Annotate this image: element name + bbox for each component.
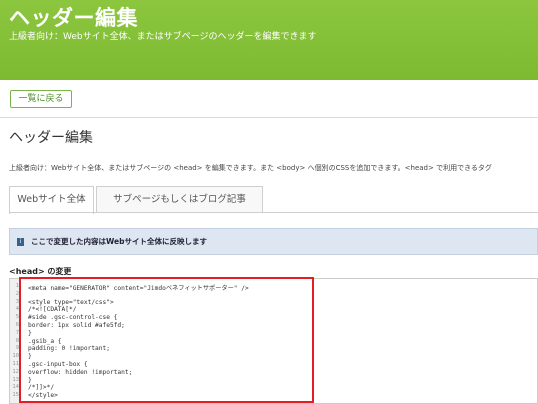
line-number: 6: [15, 322, 19, 328]
line-number: 10: [12, 353, 19, 360]
head-edit-label: <head> の変更: [9, 267, 72, 276]
code-line: /*<![CDATA[*/: [28, 306, 77, 314]
info-icon: i: [17, 238, 24, 246]
page-description: 上級者向け：Webサイト全体、またはサブページの <head> を編集できます。…: [9, 164, 492, 172]
code-line: overflow: hidden !important;: [28, 368, 133, 376]
line-number: 13: [12, 376, 19, 383]
code-line: .gsc-input-box {: [28, 361, 88, 368]
line-number: 7: [15, 329, 19, 336]
code-line: }: [28, 329, 32, 337]
line-number: 5: [15, 314, 19, 321]
line-number: 9: [15, 345, 19, 352]
line-number: 2: [15, 290, 19, 297]
tab-subpage-or-blog[interactable]: サブページもしくはブログ記事: [96, 186, 263, 213]
banner-subtitle: 上級者向け：Webサイト全体、またはサブページのヘッダーを編集できます: [9, 32, 317, 42]
line-number: 1: [15, 283, 19, 289]
code-line: <style type="text/css">: [28, 298, 114, 306]
line-number: 3: [15, 298, 19, 305]
code-line: /*]]>*/: [28, 384, 55, 392]
line-number: 11: [12, 361, 19, 367]
code-line: border: 1px solid #afe5fd;: [28, 322, 125, 329]
tabs-divider: [9, 212, 538, 213]
line-number: 4: [15, 306, 19, 313]
info-notice: i ここで変更した内容はWebサイト全体に反映します: [9, 228, 538, 255]
code-line: padding: 0 !important;: [28, 345, 110, 353]
head-code-editor[interactable]: 1 <meta name="GENERATOR" content="Jimdoベネ…: [9, 278, 538, 404]
divider: [0, 117, 538, 118]
code-line: <meta name="GENERATOR" content="Jimdoベネフ…: [28, 285, 249, 292]
line-number: 8: [15, 337, 19, 344]
banner-title: ヘッダー編集: [9, 6, 138, 30]
code-line: }: [28, 353, 32, 361]
code-line: </style>: [28, 392, 58, 400]
line-number: 14: [12, 384, 19, 391]
line-number: 12: [12, 368, 19, 375]
back-to-list-button[interactable]: 一覧に戻る: [10, 90, 72, 108]
notice-text: ここで変更した内容はWebサイト全体に反映します: [31, 237, 207, 246]
code-line: .gsib_a {: [28, 337, 62, 345]
page-header-banner: ヘッダー編集 上級者向け：Webサイト全体、またはサブページのヘッダーを編集でき…: [0, 0, 538, 80]
code-line: #side .gsc-control-cse {: [28, 314, 118, 322]
line-number: 15: [12, 392, 19, 399]
tab-website-wide[interactable]: Webサイト全体: [9, 186, 94, 214]
code-line: }: [28, 376, 32, 384]
page-title: ヘッダー編集: [9, 130, 93, 146]
